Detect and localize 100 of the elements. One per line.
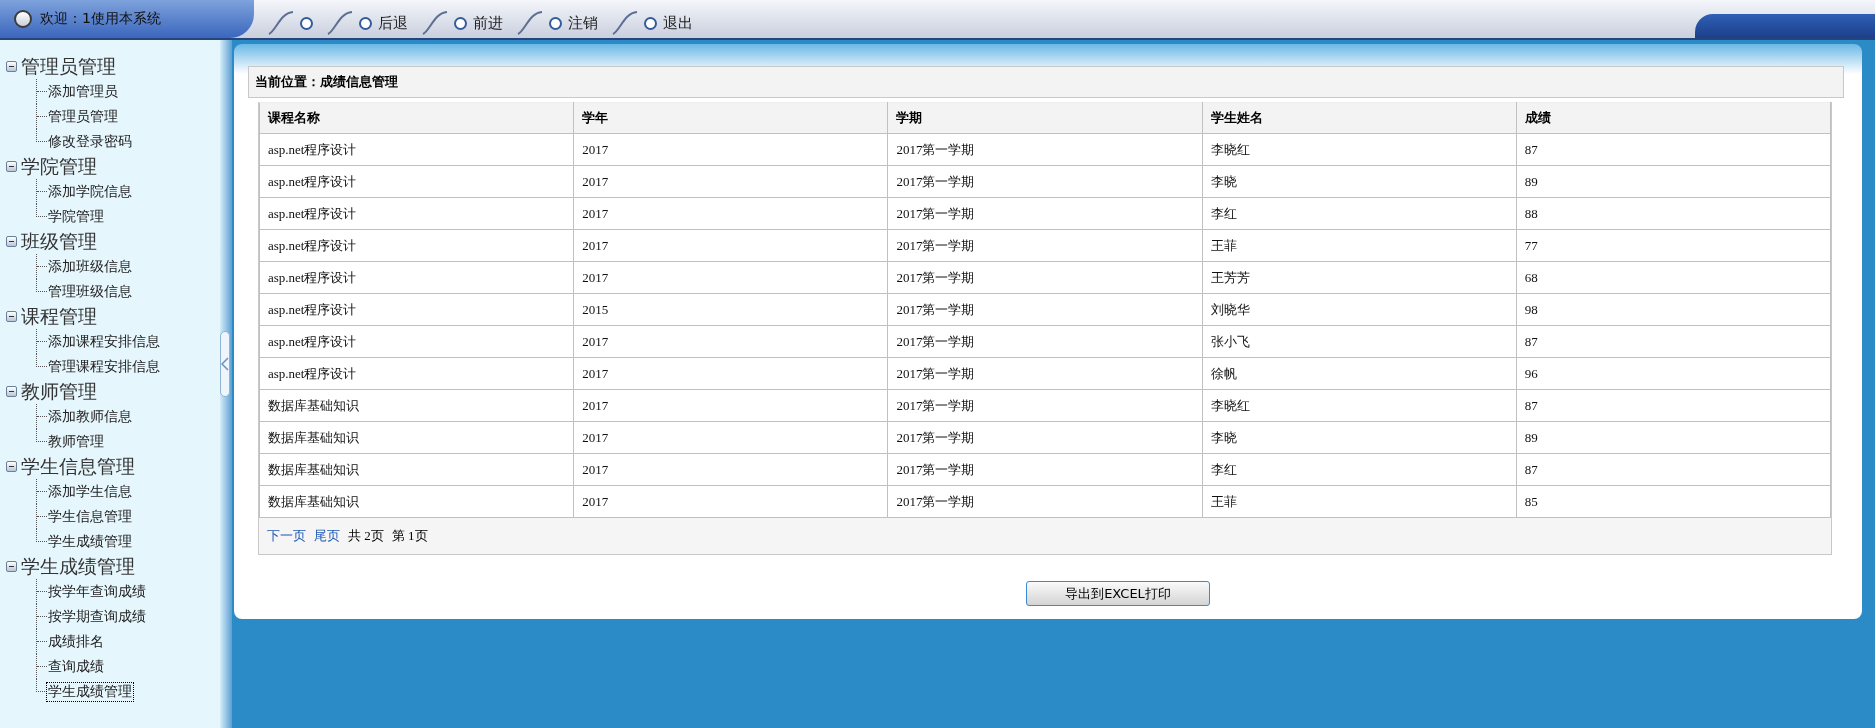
breadcrumb: 当前位置：成绩信息管理	[248, 66, 1844, 98]
table-cell: 刘晓华	[1202, 293, 1517, 326]
menu-group[interactable]: 学生成绩管理	[21, 553, 135, 580]
menu-item[interactable]: 成绩排名	[47, 632, 105, 651]
minus-icon[interactable]	[6, 461, 17, 472]
table-cell: 数据库基础知识	[259, 421, 574, 454]
menu-item[interactable]: 学生成绩管理	[47, 682, 133, 701]
table-cell: 87	[1516, 325, 1831, 358]
table-cell: 2017	[573, 197, 888, 230]
menu-item[interactable]: 添加班级信息	[47, 257, 133, 276]
welcome-text: 欢迎：1使用本系统	[40, 10, 161, 28]
table-cell: asp.net程序设计	[259, 325, 574, 358]
menu-item[interactable]: 学生信息管理	[47, 507, 133, 526]
table-cell: 2017第一学期	[887, 485, 1203, 518]
menu-group[interactable]: 班级管理	[21, 228, 97, 255]
curve-icon	[612, 11, 638, 35]
table-cell: 王菲	[1202, 229, 1517, 262]
menu-item[interactable]: 管理员管理	[47, 107, 119, 126]
circle-icon	[454, 16, 467, 30]
menu-item[interactable]: 管理课程安排信息	[47, 357, 161, 376]
table-cell: 李晓	[1202, 421, 1517, 454]
circle-icon	[644, 16, 657, 30]
menu-group[interactable]: 学生信息管理	[21, 453, 135, 480]
table-cell: 2017第一学期	[887, 133, 1203, 166]
minus-icon[interactable]	[6, 386, 17, 397]
column-header: 学年	[573, 102, 888, 134]
table-cell: 87	[1516, 133, 1831, 166]
nav-button[interactable]: 退出	[612, 10, 707, 38]
circle-icon	[549, 16, 562, 30]
menu-group[interactable]: 课程管理	[21, 303, 97, 330]
table-cell: asp.net程序设计	[259, 133, 574, 166]
menu-item[interactable]: 添加学生信息	[47, 482, 133, 501]
minus-icon[interactable]	[6, 561, 17, 572]
page-total: 共 2页	[348, 527, 384, 545]
table-cell: 徐帆	[1202, 357, 1517, 390]
table-cell: 王芳芳	[1202, 261, 1517, 294]
table-cell: 89	[1516, 421, 1831, 454]
table-cell: 2017第一学期	[887, 197, 1203, 230]
menu-item[interactable]: 添加管理员	[47, 82, 119, 101]
table-cell: 77	[1516, 229, 1831, 262]
circle-icon	[359, 16, 372, 30]
table-cell: asp.net程序设计	[259, 197, 574, 230]
table-cell: 2017	[573, 261, 888, 294]
menu-item[interactable]: 学生成绩管理	[47, 532, 133, 551]
curve-icon	[268, 11, 294, 35]
menu-item[interactable]: 管理班级信息	[47, 282, 133, 301]
nav-button[interactable]: 注销	[517, 10, 612, 38]
menu-item[interactable]: 按学期查询成绩	[47, 607, 147, 626]
last-page-link[interactable]: 尾页	[314, 527, 340, 545]
menu-item[interactable]: 查询成绩	[47, 657, 105, 676]
current-page: 第 1页	[391, 527, 428, 545]
table-cell: 2017	[573, 389, 888, 422]
menu-item[interactable]: 添加教师信息	[47, 407, 133, 426]
curve-icon	[327, 11, 353, 35]
menu-item[interactable]: 学院管理	[47, 207, 105, 226]
curve-icon	[517, 11, 543, 35]
table-cell: 85	[1516, 485, 1831, 518]
table-cell: 2017第一学期	[887, 165, 1203, 198]
table-cell: 98	[1516, 293, 1831, 326]
menu-item[interactable]: 添加学院信息	[47, 182, 133, 201]
menu-item[interactable]: 教师管理	[47, 432, 105, 451]
collapse-handle[interactable]	[220, 331, 230, 397]
table-cell: 2017	[573, 165, 888, 198]
table-cell: 96	[1516, 357, 1831, 390]
table-cell: asp.net程序设计	[259, 261, 574, 294]
table-cell: 数据库基础知识	[259, 453, 574, 486]
table-cell: 2017	[573, 133, 888, 166]
menu-group[interactable]: 学院管理	[21, 153, 97, 180]
minus-icon[interactable]	[6, 311, 17, 322]
table-cell: 87	[1516, 453, 1831, 486]
next-page-link[interactable]: 下一页	[267, 527, 306, 545]
menu-group[interactable]: 教师管理	[21, 378, 97, 405]
table-cell: 数据库基础知识	[259, 485, 574, 518]
table-cell: 2017	[573, 453, 888, 486]
table-cell: 87	[1516, 389, 1831, 422]
column-header: 课程名称	[259, 102, 574, 134]
column-header: 学期	[887, 102, 1203, 134]
table-cell: asp.net程序设计	[259, 357, 574, 390]
table-cell: asp.net程序设计	[259, 165, 574, 198]
table-cell: 2017第一学期	[887, 293, 1203, 326]
menu-group[interactable]: 管理员管理	[21, 53, 116, 80]
table-cell: 张小飞	[1202, 325, 1517, 358]
table-cell: 数据库基础知识	[259, 389, 574, 422]
table-cell: 2017	[573, 325, 888, 358]
minus-icon[interactable]	[6, 61, 17, 72]
export-button[interactable]: 导出到EXCEL打印	[1026, 581, 1210, 606]
circle-icon	[300, 16, 313, 30]
table-cell: 2017第一学期	[887, 229, 1203, 262]
table-cell: 2015	[573, 293, 888, 326]
menu-item[interactable]: 修改登录密码	[47, 132, 133, 151]
table-cell: 2017第一学期	[887, 421, 1203, 454]
chevron-left-icon	[221, 357, 229, 371]
table-cell: 2017	[573, 421, 888, 454]
table-cell: 68	[1516, 261, 1831, 294]
nav-button[interactable]: 前进	[422, 10, 517, 38]
menu-item[interactable]: 添加课程安排信息	[47, 332, 161, 351]
minus-icon[interactable]	[6, 236, 17, 247]
nav-button[interactable]: 后退	[327, 10, 422, 38]
menu-item[interactable]: 按学年查询成绩	[47, 582, 147, 601]
minus-icon[interactable]	[6, 161, 17, 172]
